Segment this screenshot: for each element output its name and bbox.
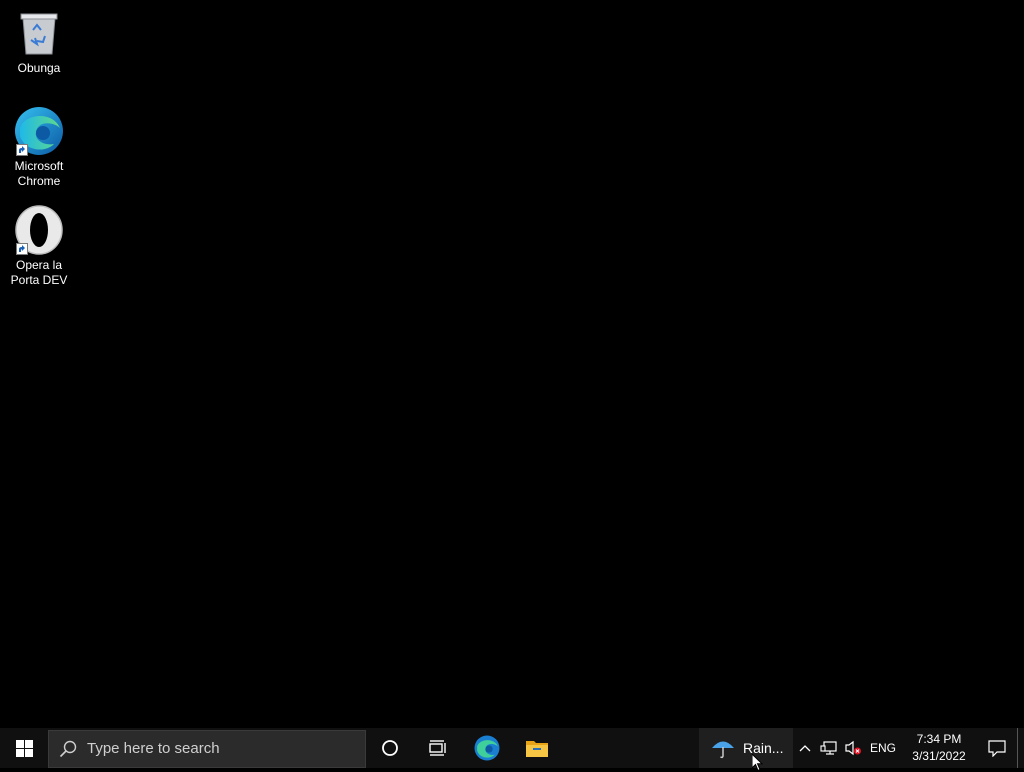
desktop-icon-label: Opera la Porta DEV xyxy=(10,258,68,287)
edge-browser-icon xyxy=(14,106,64,156)
clock-time: 7:34 PM xyxy=(916,732,962,746)
opera-browser-icon xyxy=(14,205,64,255)
chevron-up-icon xyxy=(799,745,811,752)
umbrella-rain-icon xyxy=(712,741,734,759)
taskbar-search-box[interactable]: Type here to search xyxy=(48,729,366,768)
taskbar-app-edge[interactable] xyxy=(462,728,512,768)
search-placeholder: Type here to search xyxy=(87,740,220,757)
volume-tray-button[interactable] xyxy=(841,728,865,768)
mouse-cursor-icon xyxy=(752,754,764,772)
search-icon xyxy=(59,740,77,757)
task-view-button[interactable] xyxy=(414,728,462,768)
show-desktop-button[interactable] xyxy=(1017,728,1024,768)
taskbar-app-file-explorer[interactable] xyxy=(512,728,562,768)
clock-date: 3/31/2022 xyxy=(912,749,966,763)
cortana-icon xyxy=(382,740,398,756)
taskbar-clock[interactable]: 7:34 PM 3/31/2022 xyxy=(901,728,977,768)
notification-icon xyxy=(988,740,1006,757)
desktop-icon-opera-dev[interactable]: Opera la Porta DEV xyxy=(1,205,77,288)
recycle-bin-icon xyxy=(14,8,64,58)
edge-browser-icon xyxy=(474,735,500,761)
start-button[interactable] xyxy=(0,728,48,768)
volume-muted-icon xyxy=(845,740,861,756)
shortcut-arrow-icon xyxy=(16,243,28,255)
action-center-button[interactable] xyxy=(977,728,1017,768)
desktop-icon-label: Microsoft Chrome xyxy=(14,159,64,188)
weather-widget[interactable]: Rain... xyxy=(699,728,793,768)
cortana-button[interactable] xyxy=(366,728,414,768)
taskbar: Type here to search Rain... ENG 7:34 PM … xyxy=(0,728,1024,768)
desktop-icon-recycle-bin[interactable]: Obunga xyxy=(1,8,77,76)
windows-logo-icon xyxy=(15,739,33,757)
shortcut-arrow-icon xyxy=(16,144,28,156)
desktop: Obunga Microsoft Chrome Opera la Porta D… xyxy=(0,0,1024,728)
network-ethernet-icon xyxy=(820,741,837,755)
file-explorer-icon xyxy=(526,741,548,757)
desktop-icon-label: Obunga xyxy=(17,61,61,75)
show-hidden-icons-button[interactable] xyxy=(793,728,817,768)
task-view-icon xyxy=(429,740,446,756)
network-tray-button[interactable] xyxy=(817,728,841,768)
input-language-indicator[interactable]: ENG xyxy=(865,728,901,768)
desktop-icon-microsoft-chrome[interactable]: Microsoft Chrome xyxy=(1,106,77,189)
